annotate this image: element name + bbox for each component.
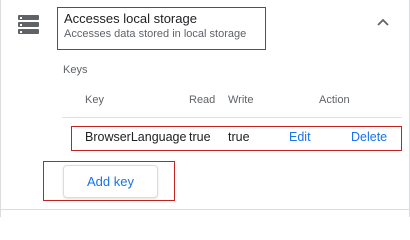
permission-header[interactable]: Accesses local storage Accesses data sto… (57, 7, 266, 50)
edit-link[interactable]: Edit (289, 130, 311, 144)
column-header-action: Action (319, 94, 350, 106)
table-divider (62, 117, 402, 118)
keys-section-label: Keys (63, 64, 88, 76)
cell-key: BrowserLanguage (85, 130, 187, 144)
column-header-write: Write (228, 94, 254, 106)
column-header-read: Read (189, 94, 216, 106)
column-header-key: Key (85, 94, 104, 106)
cell-write: true (228, 130, 250, 144)
add-key-button[interactable]: Add key (63, 165, 158, 198)
cell-read: true (189, 130, 211, 144)
chevron-up-icon[interactable] (374, 16, 392, 30)
local-storage-panel: Accesses local storage Accesses data sto… (0, 0, 410, 217)
permission-title: Accesses local storage (64, 11, 197, 26)
storage-icon (18, 15, 39, 34)
permission-subtitle: Accesses data stored in local storage (64, 28, 247, 40)
delete-link[interactable]: Delete (351, 130, 387, 144)
panel-divider (1, 209, 410, 210)
